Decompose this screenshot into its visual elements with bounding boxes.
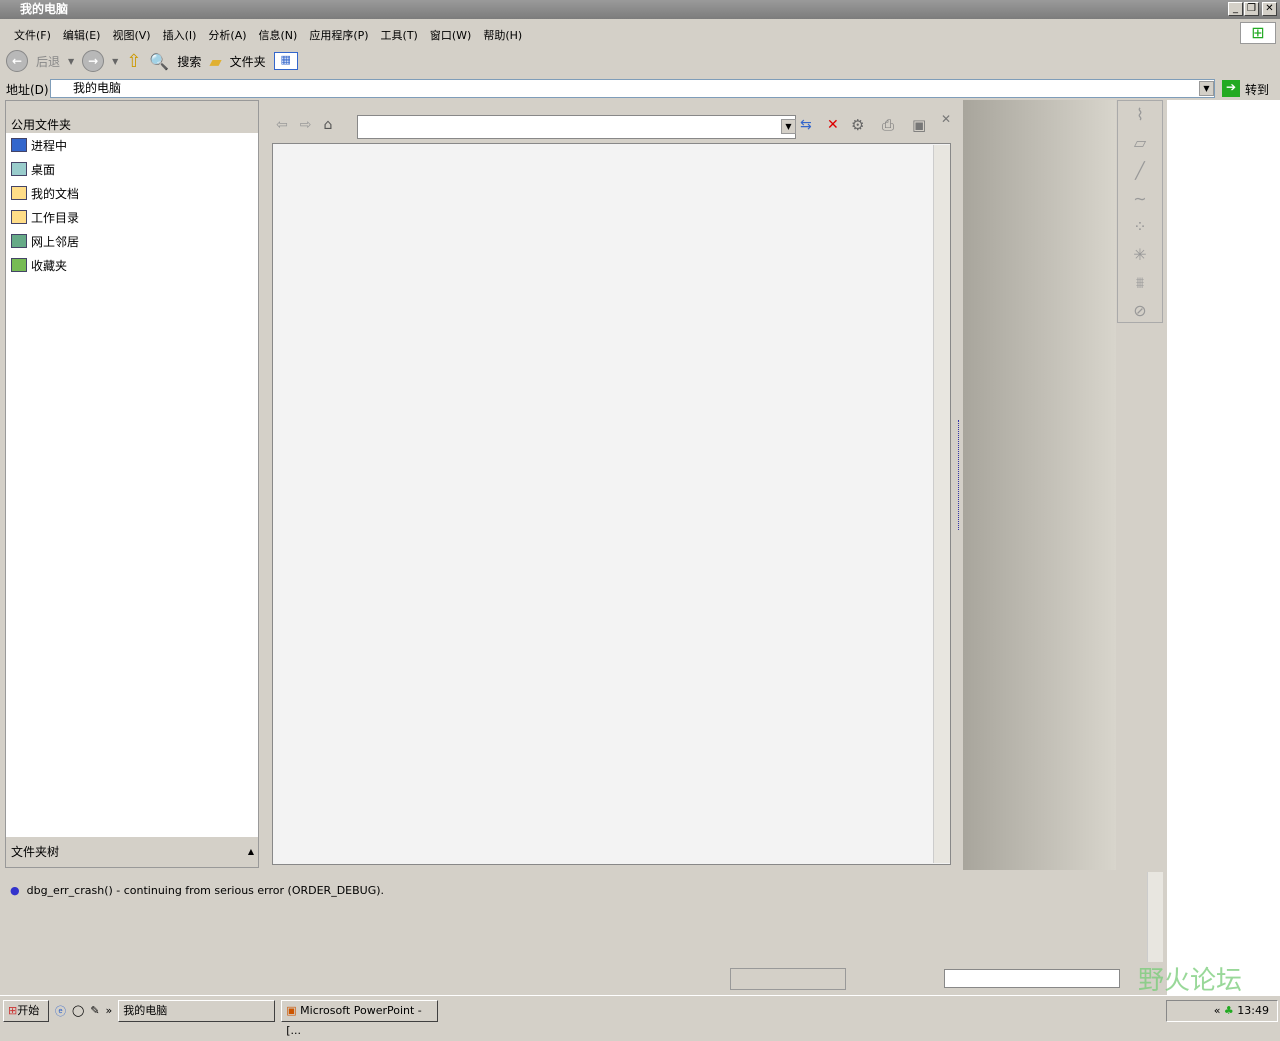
url-dropdown[interactable]: ▼ [781,119,796,134]
task-powerpoint[interactable]: ▣ Microsoft PowerPoint - [... [281,999,439,1037]
address-input[interactable]: 我的电脑 [50,79,1215,98]
folder-open-icon [11,186,27,200]
overflow-chevron[interactable]: » [106,1004,113,1017]
tree-item-favorites[interactable]: 收藏夹 [6,253,258,277]
close-button[interactable]: ✕ [1262,2,1277,16]
splitter-handle[interactable] [958,420,962,530]
folder-icon: ▰ [209,51,222,71]
favorites-icon [11,258,27,272]
item-label: 网上邻居 [31,234,80,249]
folders-button[interactable]: 文件夹 [230,53,266,70]
folder-tree-label: 文件夹树 [11,845,60,859]
monitor-icon [11,138,27,152]
menu-insert[interactable]: 插入(I) [163,27,197,45]
search-button[interactable]: 搜索 [177,53,201,70]
address-label: 地址(D) [6,82,49,97]
folder-tree-toggle[interactable]: 文件夹树 ▲ [6,837,258,867]
home-icon: ⌂ [323,117,345,133]
item-label: 收藏夹 [31,258,68,273]
browser-nav-icons[interactable]: ⇦⇨⌂ [276,117,344,133]
menu-help[interactable]: 帮助(H) [483,27,522,45]
folder-star-icon [11,210,27,224]
restore-button[interactable]: ❐ [1244,2,1259,16]
menu-file[interactable]: 文件(F) [14,27,51,45]
message-area: ● dbg_err_crash() - continuing from seri… [0,871,1146,962]
item-label: 工作目录 [31,210,80,225]
clock[interactable]: 13:49 [1237,1004,1269,1017]
item-label: 我的文档 [31,186,80,201]
quicklaunch-icon-2[interactable]: ✎ [90,1004,99,1017]
menu-window[interactable]: 窗口(W) [430,27,471,45]
start-button[interactable]: ⊞开始 [3,999,49,1022]
quicklaunch-icon[interactable]: ◯ [72,1004,84,1017]
url-input[interactable] [357,115,796,139]
close-pane-icon[interactable]: ✕ [941,112,951,126]
ie-icon[interactable]: ⓔ [55,1003,66,1019]
menu-info[interactable]: 信息(N) [259,27,298,45]
stop-icon[interactable]: ✕ [827,117,839,133]
message-scrollbar[interactable] [1147,872,1163,962]
address-value: 我的电脑 [73,81,122,95]
windows-logo-icon: ⊞ [1240,22,1276,44]
tree-item-in-session[interactable]: 进程中 [6,133,258,157]
window-title: 我的电脑 [20,2,69,16]
item-label: 进程中 [31,138,68,153]
title-bar: 我的电脑 [0,0,1280,19]
menu-tools[interactable]: 工具(T) [381,27,418,45]
save-icon[interactable]: ▣ [912,116,926,134]
address-dropdown[interactable]: ▼ [1199,81,1214,96]
panel-header: 公用文件夹 [6,117,258,133]
tree-item-network[interactable]: 网上邻居 [6,229,258,253]
refresh-icon[interactable]: ⇆ [800,117,812,133]
search-icon: 🔍 [149,51,170,71]
desktop-icon [11,162,27,176]
tree-item-working-dir[interactable]: 工作目录 [6,205,258,229]
menu-applications[interactable]: 应用程序(P) [309,27,368,45]
go-button[interactable]: 转到 [1245,81,1269,98]
network-icon [11,234,27,248]
graphics-area [963,100,1116,870]
browser-content [272,143,951,865]
task-my-computer[interactable]: 我的电脑 [118,999,276,1022]
menu-view[interactable]: 视图(V) [112,27,150,45]
message-text: dbg_err_crash() - continuing from seriou… [26,884,385,897]
item-label: 桌面 [31,162,56,177]
menu-bar: 文件(F) 编辑(E) 视图(V) 插入(I) 分析(A) 信息(N) 应用程序… [0,27,522,45]
address-bar: 地址(D) 我的电脑 ▼ ➔ 转到 [0,78,1280,100]
task-label: 我的电脑 [123,1003,168,1017]
menu-analysis[interactable]: 分析(A) [208,27,246,45]
status-field [730,968,846,990]
minimize-button[interactable]: _ [1228,2,1243,16]
menu-edit[interactable]: 编辑(E) [63,27,101,45]
go-arrow-icon[interactable]: ➔ [1222,80,1240,97]
browser-scrollbar[interactable] [933,145,950,863]
views-icon[interactable]: ▦ [273,52,298,70]
watermark: 野火论坛 [1138,966,1243,996]
settings-icon[interactable]: ⚙ [851,116,864,134]
start-label: 开始 [17,1003,40,1017]
forward-icon[interactable]: → [82,50,105,72]
sketch-toolbar[interactable]: ⌇ ▱ ╱ ∼ ⁘ ✳ ⩩ ⊘ [1117,100,1163,323]
folder-panel: 公用文件夹 进程中 桌面 我的文档 工作目录 网上邻居 收藏夹 文件夹树 ▲ [5,100,259,868]
back-icon[interactable]: ← [6,50,28,72]
status-combo[interactable] [944,969,1120,988]
right-blank-area [1167,100,1280,995]
back-button[interactable]: 后退 [36,53,60,70]
task-label: Microsoft PowerPoint - [... [286,1003,422,1037]
toolbar: ← 后退 ▼ → ▼ ⇧ 🔍 搜索 ▰ 文件夹 ▦ [0,47,298,75]
taskbar: ⊞开始 ⓔ ◯ ✎ » 我的电脑 ▣ Microsoft PowerPoint … [0,995,1280,1037]
panel-tabs[interactable] [6,101,258,117]
system-tray: « ♣ 13:49 [1166,1000,1278,1022]
tree-item-my-documents[interactable]: 我的文档 [6,181,258,205]
up-folder-icon[interactable]: ⇧ [126,51,141,72]
tree-item-desktop[interactable]: 桌面 [6,157,258,181]
print-icon[interactable]: ⎙ [882,116,894,134]
